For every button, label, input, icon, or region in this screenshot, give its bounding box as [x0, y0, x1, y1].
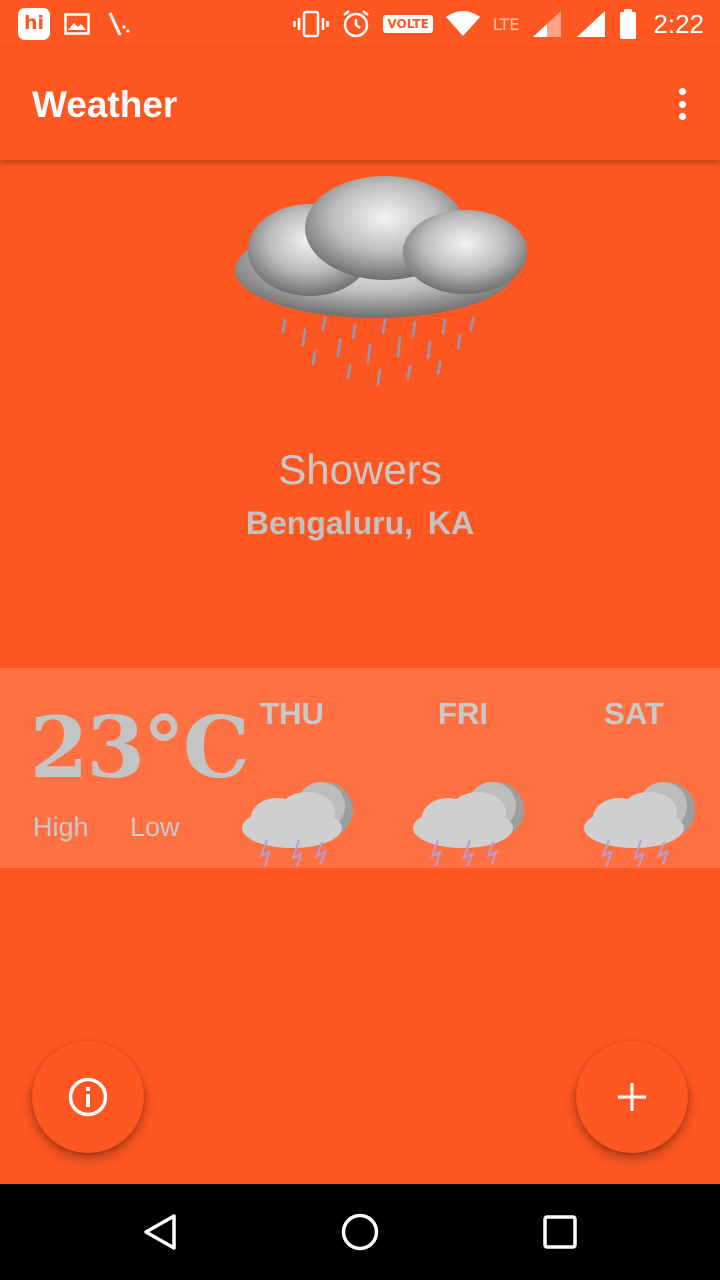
- recents-button[interactable]: [536, 1208, 584, 1256]
- rain-cloud-icon: [235, 176, 527, 386]
- system-nav-bar: [0, 1184, 720, 1280]
- status-bar: hi VOLTE LTE 2:22: [0, 0, 720, 48]
- info-icon: [68, 1077, 108, 1117]
- forecast-day-label: SAT: [604, 696, 664, 731]
- signal-icon: [533, 11, 562, 37]
- forecast-day-label: THU: [260, 696, 324, 731]
- alarm-icon: [343, 10, 370, 38]
- forecast-day-label: FRI: [438, 696, 488, 731]
- home-button[interactable]: [336, 1208, 384, 1256]
- battery-icon: [620, 9, 637, 39]
- add-location-button[interactable]: [576, 1041, 688, 1153]
- thunderstorm-night-icon: [413, 782, 524, 866]
- page-title: Weather: [32, 84, 178, 125]
- hike-icon: hi: [18, 8, 50, 40]
- gallery-icon: [64, 13, 90, 35]
- wifi-icon: [445, 11, 480, 36]
- low-label: Low: [130, 812, 180, 842]
- forecast-day: FRI: [378, 692, 548, 868]
- wand-icon: [108, 12, 130, 36]
- home-icon: [341, 1213, 379, 1251]
- forecast-day: THU: [207, 692, 377, 868]
- signal-icon: [577, 11, 606, 37]
- recents-icon: [543, 1215, 577, 1249]
- thunderstorm-night-icon: [242, 782, 353, 866]
- info-button[interactable]: [32, 1041, 144, 1153]
- status-time: 2:22: [653, 8, 704, 39]
- current-location: Bengaluru, KA: [245, 505, 475, 541]
- high-label: High: [33, 812, 89, 842]
- back-icon: [144, 1214, 176, 1250]
- forecast-day: SAT: [549, 692, 719, 868]
- add-icon: [618, 1083, 646, 1111]
- current-condition: Showers: [278, 446, 442, 493]
- app-bar: Weather: [0, 48, 720, 160]
- forecast-band: 23°C High Low THU FRI SAT: [0, 668, 720, 868]
- thunderstorm-night-icon: [584, 782, 695, 866]
- more-vert-icon[interactable]: [670, 86, 694, 122]
- lte-label: LTE: [492, 14, 520, 34]
- vibrate-icon: [293, 10, 330, 38]
- back-button[interactable]: [136, 1208, 184, 1256]
- volte-badge: VOLTE: [383, 15, 433, 33]
